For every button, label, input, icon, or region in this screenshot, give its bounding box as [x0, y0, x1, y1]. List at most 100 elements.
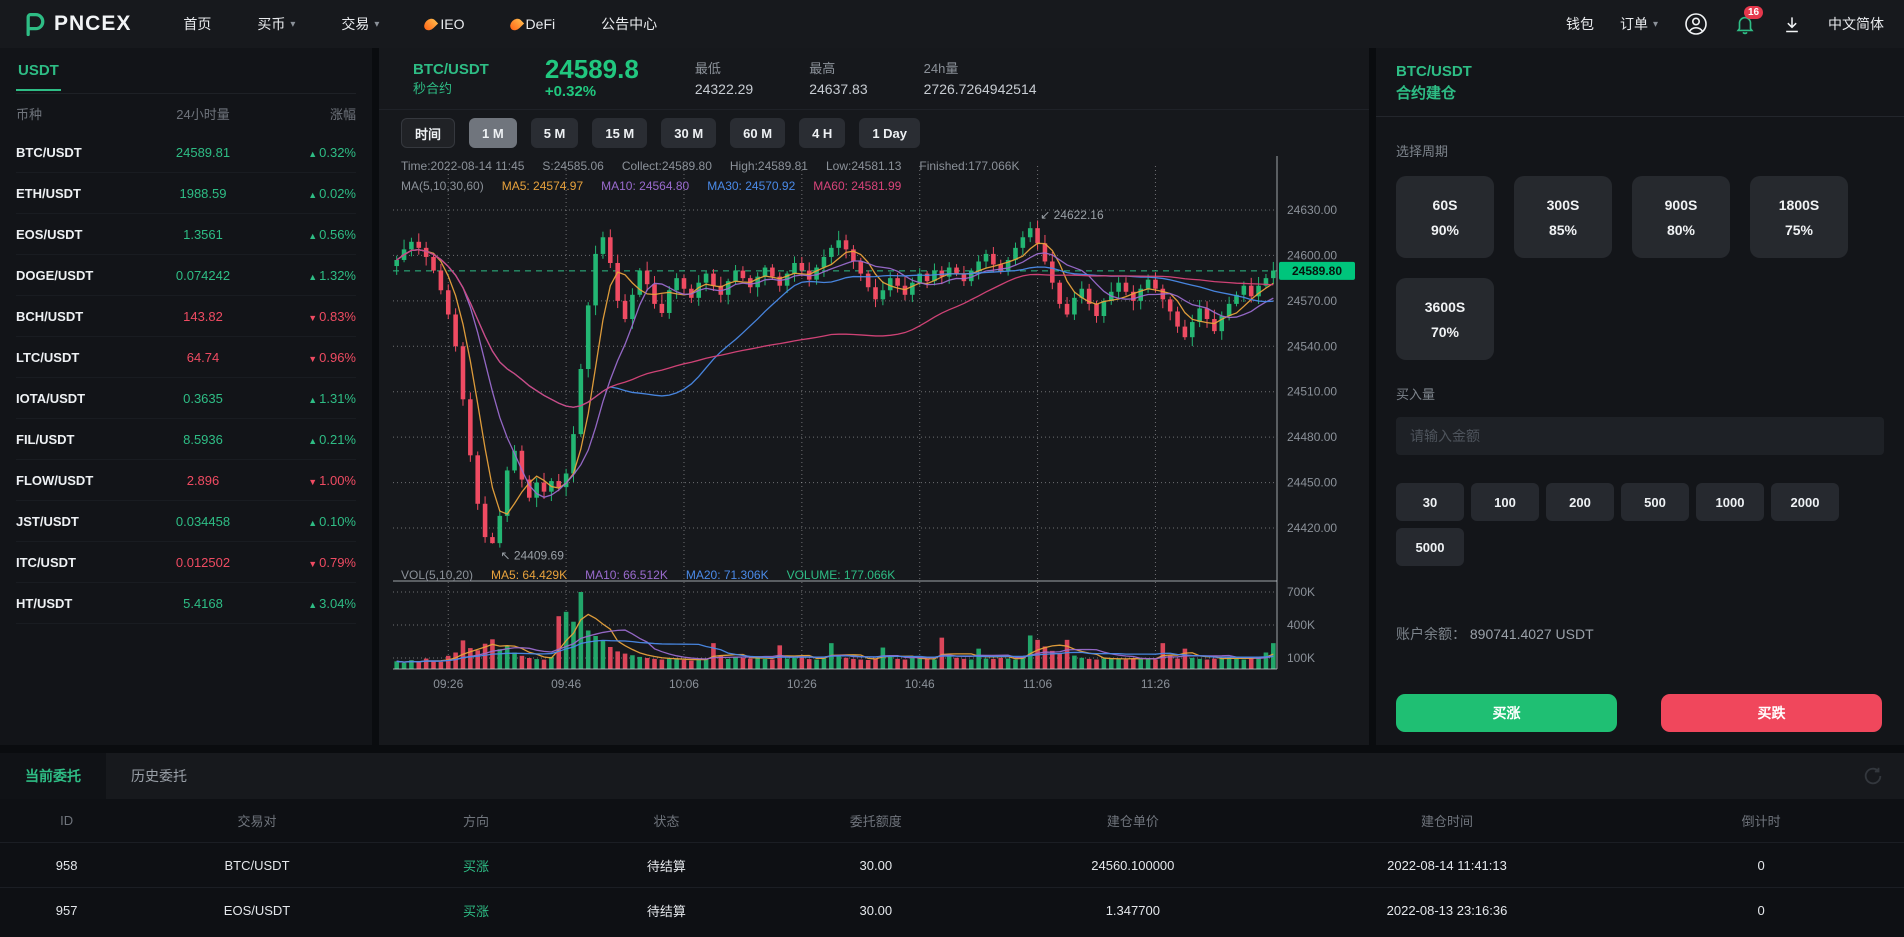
- period-60S[interactable]: 60S90%: [1396, 176, 1494, 258]
- pair-change-value: 0.21%: [319, 432, 356, 447]
- order-cell-countdown: 0: [1618, 903, 1904, 918]
- period-1800S[interactable]: 1800S 75%: [1750, 176, 1848, 258]
- orders-rows: 958BTC/USDT买涨待结算30.0024560.1000002022-08…: [0, 842, 1904, 932]
- amount-100[interactable]: 100: [1471, 483, 1539, 521]
- chart-canvas[interactable]: 24630.0024600.0024570.0024540.0024510.00…: [393, 156, 1359, 701]
- svg-text:24420.00: 24420.00: [1287, 521, 1337, 535]
- timeframe-5M[interactable]: 5 M: [531, 118, 579, 148]
- chevron-down-icon: ▾: [1653, 19, 1658, 30]
- amount-5000[interactable]: 5000: [1396, 528, 1464, 566]
- amount-input[interactable]: [1396, 417, 1884, 455]
- amount-1000[interactable]: 1000: [1696, 483, 1764, 521]
- period-3600S[interactable]: 3600S70%: [1396, 278, 1494, 360]
- candlestick-chart[interactable]: 24630.0024600.0024570.0024540.0024510.00…: [393, 156, 1359, 701]
- high-label: 最高: [809, 59, 867, 79]
- timeframe-4H[interactable]: 4 H: [799, 118, 845, 148]
- nav-item-交易[interactable]: 交易▾: [341, 14, 379, 34]
- pair-volume: 0.3635: [141, 391, 266, 406]
- pair-name: JST/USDT: [16, 514, 141, 529]
- market-row-FIL/USDT[interactable]: FIL/USDT8.5936▲0.21%: [16, 419, 356, 460]
- refresh-icon[interactable]: [1862, 765, 1884, 790]
- download-icon[interactable]: [1782, 14, 1802, 34]
- notification-bell-icon[interactable]: 16: [1734, 13, 1756, 35]
- chevron-down-icon: ▾: [290, 19, 295, 30]
- market-row-DOGE/USDT[interactable]: DOGE/USDT0.074242▲1.32%: [16, 255, 356, 296]
- pair-volume: 0.012502: [141, 555, 266, 570]
- pair-change: ▲0.32%: [265, 145, 356, 160]
- amount-2000[interactable]: 2000: [1771, 483, 1839, 521]
- market-row-JST/USDT[interactable]: JST/USDT0.034458▲0.10%: [16, 501, 356, 542]
- timeframe-1Day[interactable]: 1 Day: [859, 118, 920, 148]
- triangle-up-icon: ▲: [308, 395, 317, 405]
- timeframe-30M[interactable]: 30 M: [661, 118, 716, 148]
- order-cell-countdown: 0: [1618, 858, 1904, 873]
- orders-tab-历史委托[interactable]: 历史委托: [106, 753, 212, 799]
- order-cell-price: 1.347700: [990, 903, 1276, 918]
- top-navbar: PNCEX 首页 买币▾ 交易▾ IEO DeFi 公告中心 钱包 订单 ▾ 16 中文简…: [0, 0, 1904, 48]
- period-seconds: 1800S: [1779, 197, 1819, 213]
- pair-name: EOS/USDT: [16, 227, 141, 242]
- pair-name: FLOW/USDT: [16, 473, 141, 488]
- pair-change-value: 1.32%: [319, 268, 356, 283]
- notification-badge: 16: [1744, 6, 1763, 19]
- market-row-BCH/USDT[interactable]: BCH/USDT143.82▼0.83%: [16, 296, 356, 337]
- timeframe-1M[interactable]: 1 M: [469, 118, 517, 148]
- buy-down-button[interactable]: 买跌: [1661, 694, 1882, 732]
- timeframe-15M[interactable]: 15 M: [592, 118, 647, 148]
- nav-item-IEO[interactable]: IEO: [425, 16, 464, 32]
- market-row-HT/USDT[interactable]: HT/USDT5.4168▲3.04%: [16, 583, 356, 624]
- pair-change-value: 0.10%: [319, 514, 356, 529]
- amount-grid: 3010020050010002000 5000: [1396, 483, 1884, 566]
- nav-item-首页[interactable]: 首页: [183, 14, 211, 34]
- nav-item-DeFi[interactable]: DeFi: [511, 16, 556, 32]
- pair-change-value: 1.31%: [319, 391, 356, 406]
- orders-table: ID交易对方向状态委托额度建仓单价建仓时间倒计时 958BTC/USDT买涨待结…: [0, 799, 1904, 932]
- orders-tab-当前委托[interactable]: 当前委托: [0, 753, 106, 799]
- market-row-ETH/USDT[interactable]: ETH/USDT1988.59▲0.02%: [16, 173, 356, 214]
- nav-orders[interactable]: 订单 ▾: [1620, 14, 1658, 34]
- triangle-up-icon: ▲: [308, 190, 317, 200]
- order-cell-amount: 30.00: [762, 858, 990, 873]
- market-row-BTC/USDT[interactable]: BTC/USDT24589.81▲0.32%: [16, 132, 356, 173]
- market-row-IOTA/USDT[interactable]: IOTA/USDT0.3635▲1.31%: [16, 378, 356, 419]
- pair-change-value: 0.96%: [319, 350, 356, 365]
- pair-change: ▼0.83%: [265, 309, 356, 324]
- pair-change: ▲0.21%: [265, 432, 356, 447]
- period-900S[interactable]: 900S80%: [1632, 176, 1730, 258]
- language-selector[interactable]: 中文简体: [1828, 14, 1884, 34]
- price-ma-lines: [397, 243, 1274, 514]
- pair-name: FIL/USDT: [16, 432, 141, 447]
- period-percent: 75%: [1785, 222, 1813, 238]
- pair-name: DOGE/USDT: [16, 268, 141, 283]
- buy-up-button[interactable]: 买涨: [1396, 694, 1617, 732]
- nav-wallet[interactable]: 钱包: [1566, 14, 1594, 34]
- nav-item-买币[interactable]: 买币▾: [257, 14, 295, 34]
- amount-30[interactable]: 30: [1396, 483, 1464, 521]
- period-300S[interactable]: 300S85%: [1514, 176, 1612, 258]
- pair-volume: 143.82: [141, 309, 266, 324]
- triangle-down-icon: ▼: [308, 313, 317, 323]
- pair-volume: 5.4168: [141, 596, 266, 611]
- pair-change: ▲3.04%: [265, 596, 356, 611]
- pair-volume: 0.034458: [141, 514, 266, 529]
- amount-200[interactable]: 200: [1546, 483, 1614, 521]
- market-row-FLOW/USDT[interactable]: FLOW/USDT2.896▼1.00%: [16, 460, 356, 501]
- market-row-ITC/USDT[interactable]: ITC/USDT0.012502▼0.79%: [16, 542, 356, 583]
- market-row-LTC/USDT[interactable]: LTC/USDT64.74▼0.96%: [16, 337, 356, 378]
- pair-change: ▲0.56%: [265, 227, 356, 242]
- nav-item-公告中心[interactable]: 公告中心: [601, 14, 657, 34]
- pair-change-value: 0.79%: [319, 555, 356, 570]
- pair-name: ETH/USDT: [16, 186, 141, 201]
- order-col-委托额度: 委托额度: [762, 811, 990, 830]
- svg-text:24630.00: 24630.00: [1287, 203, 1337, 217]
- order-cell-pair: EOS/USDT: [133, 903, 381, 918]
- order-col-方向: 方向: [381, 811, 571, 830]
- timeframe-60M[interactable]: 60 M: [730, 118, 785, 148]
- market-row-EOS/USDT[interactable]: EOS/USDT1.3561▲0.56%: [16, 214, 356, 255]
- amount-500[interactable]: 500: [1621, 483, 1689, 521]
- time-label-button[interactable]: 时间: [401, 118, 455, 148]
- col-pair: 币种: [16, 104, 141, 123]
- brand-logo[interactable]: PNCEX: [20, 10, 131, 38]
- avatar-icon[interactable]: [1684, 12, 1708, 36]
- tab-usdt[interactable]: USDT: [16, 50, 61, 91]
